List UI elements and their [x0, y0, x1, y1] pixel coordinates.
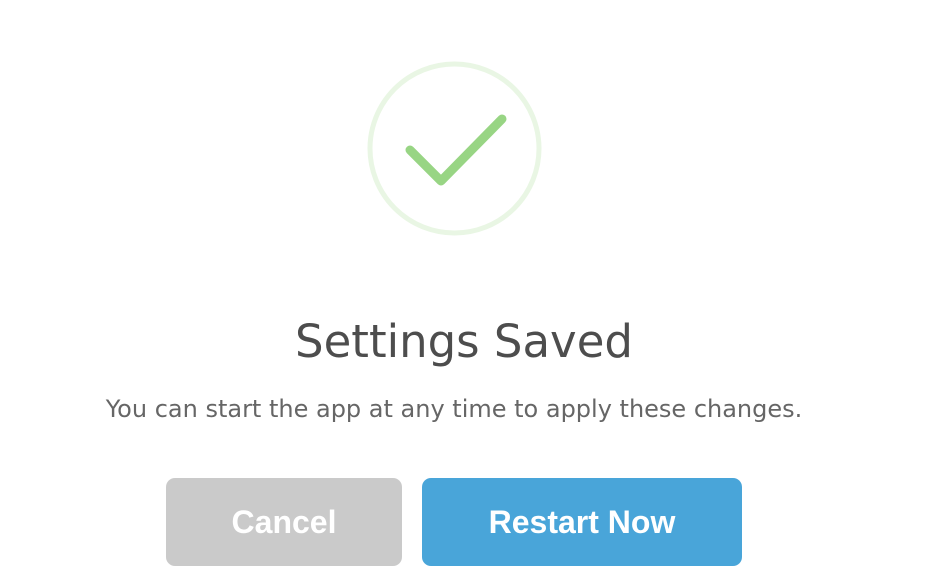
check-icon: [367, 61, 542, 236]
settings-saved-dialog: Settings Saved You can start the app at …: [0, 0, 928, 580]
restart-now-button[interactable]: Restart Now: [422, 478, 742, 566]
check-circle-icon: [367, 61, 542, 236]
dialog-title: Settings Saved: [295, 315, 633, 368]
cancel-button[interactable]: Cancel: [166, 478, 402, 566]
dialog-message: You can start the app at any time to app…: [105, 395, 803, 423]
